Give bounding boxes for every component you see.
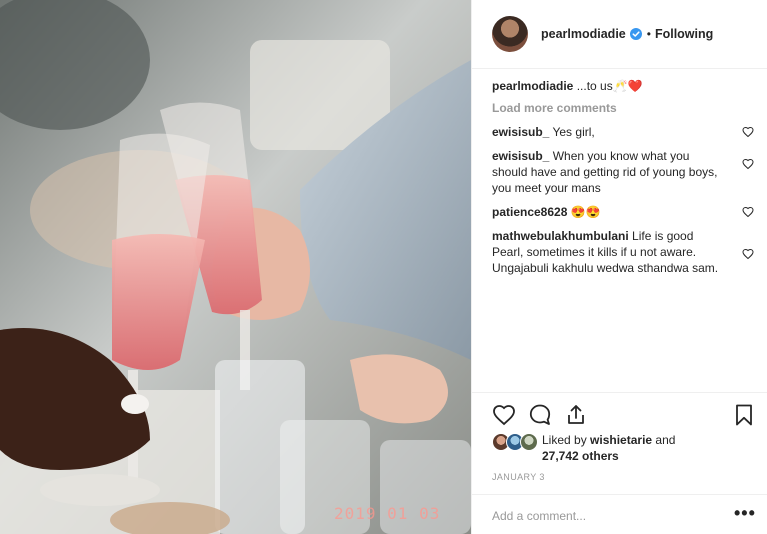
header-separator-dot: • <box>646 27 651 41</box>
comment-username[interactable]: patience8628 <box>492 205 567 219</box>
comment-item: patience8628 😍😍 <box>492 204 754 220</box>
post-date[interactable]: JANUARY 3 <box>492 472 545 482</box>
likes-text: Liked by wishietarie and 27,742 others <box>542 432 675 464</box>
post-caption: pearlmodiadie ...to us🥂❤️ <box>492 77 754 96</box>
comment-item: ewisisub_ When you know what you should … <box>492 148 754 196</box>
post-side-panel: pearlmodiadie • Following pearlmodiadie … <box>471 0 767 534</box>
heart-outline-icon[interactable] <box>742 248 754 260</box>
photo-datestamp: 2019 01 03 <box>334 504 441 523</box>
liked-by-username[interactable]: wishietarie <box>590 433 652 447</box>
following-button[interactable]: Following <box>655 27 713 41</box>
add-comment-input[interactable] <box>492 507 712 525</box>
more-options-button[interactable]: ••• <box>734 503 756 524</box>
comment-username[interactable]: ewisisub_ <box>492 125 549 139</box>
comment-text: 😍😍 <box>570 205 601 219</box>
bookmark-icon[interactable] <box>732 403 756 427</box>
likes-others-count[interactable]: 27,742 others <box>542 449 619 463</box>
verified-badge-icon <box>629 28 642 40</box>
comment-text: Yes girl, <box>552 125 595 139</box>
action-bar <box>472 392 767 436</box>
post-header: pearlmodiadie • Following <box>472 0 767 69</box>
heart-outline-icon[interactable] <box>742 126 754 138</box>
caption-text: ...to us🥂❤️ <box>576 79 643 93</box>
likes-prefix: Liked by <box>542 433 587 447</box>
comment-item: ewisisub_ Yes girl, <box>492 124 754 140</box>
liker-avatars[interactable] <box>492 433 542 453</box>
comments-list: pearlmodiadie ...to us🥂❤️ Load more comm… <box>492 77 754 276</box>
likes-summary: Liked by wishietarie and 27,742 others <box>492 432 675 464</box>
liker-avatar <box>520 433 538 451</box>
add-comment-bar: ••• <box>472 494 767 534</box>
author-avatar[interactable] <box>492 16 528 52</box>
heart-icon[interactable] <box>492 403 516 427</box>
post-view: 2019 01 03 pearlmodiadie • Following pea… <box>0 0 767 534</box>
likes-and: and <box>655 433 676 447</box>
comment-bubble-icon[interactable] <box>528 403 552 427</box>
share-icon[interactable] <box>564 403 588 427</box>
heart-outline-icon[interactable] <box>742 158 754 170</box>
comment-username[interactable]: ewisisub_ <box>492 149 549 163</box>
caption-username[interactable]: pearlmodiadie <box>492 79 573 93</box>
comment-item: mathwebulakhumbulani Life is good Pearl,… <box>492 228 754 276</box>
load-more-comments-button[interactable]: Load more comments <box>492 101 754 115</box>
photo-illustration <box>0 0 471 534</box>
heart-outline-icon[interactable] <box>742 206 754 218</box>
comment-username[interactable]: mathwebulakhumbulani <box>492 229 629 243</box>
post-photo[interactable]: 2019 01 03 <box>0 0 471 534</box>
author-username[interactable]: pearlmodiadie <box>541 27 626 41</box>
